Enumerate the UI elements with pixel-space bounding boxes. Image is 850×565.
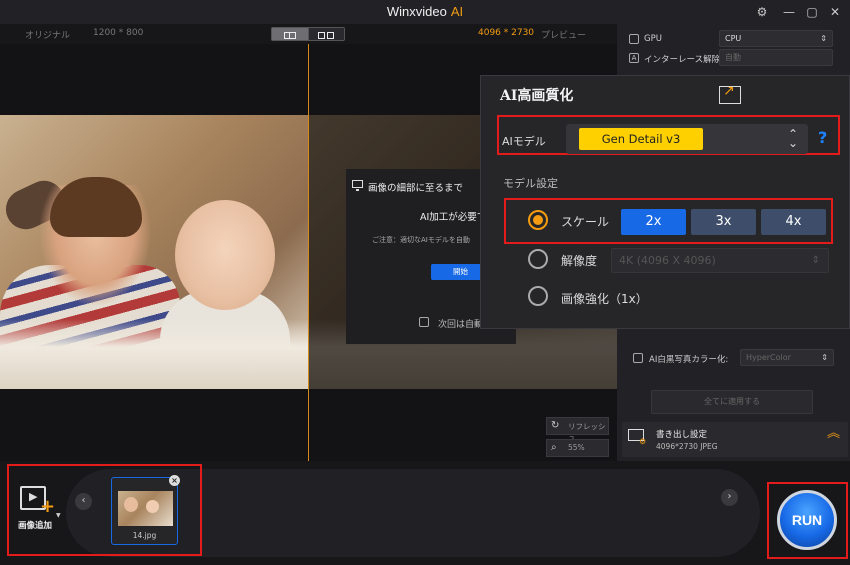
side-by-side-button[interactable] (307, 28, 344, 40)
app-title-ai: AI (450, 4, 464, 19)
monitor-icon (352, 180, 363, 191)
scale-label: スケール (561, 215, 610, 229)
model-settings-label: モデル設定 (503, 177, 558, 190)
export-info: 4096*2730 JPEG (656, 442, 718, 451)
compare-divider[interactable] (308, 44, 309, 461)
side-by-side-icon (318, 32, 335, 39)
deinterlace-select[interactable]: 自動 (719, 49, 833, 66)
deinterlace-label: インターレース解除 (644, 55, 721, 65)
dialog-note: ご注意：適切なAIモデルを自動 (372, 236, 470, 244)
gpu-select-value: CPU (725, 34, 742, 43)
bottom-bar: + ▼ 画像追加 ‹ 14.jpg × › RUN (0, 461, 850, 565)
split-view-icon (283, 32, 296, 39)
ai-model-value: Gen Detail v3 (579, 128, 703, 150)
gear-icon: ⚙ (639, 437, 647, 446)
updown-icon: ⇕ (821, 353, 828, 362)
enhance-label: 画像強化（1x） (561, 292, 648, 306)
updown-icon: ⌃ ⌄ (787, 127, 798, 150)
zoom-icon: ⌕ (551, 442, 557, 453)
minimize-icon[interactable]: — (780, 3, 798, 21)
colorize-select-value: HyperColor (746, 353, 791, 362)
thumbnail-image (118, 491, 173, 526)
updown-icon: ⇕ (811, 255, 820, 266)
scale-3x-button[interactable]: 3x (691, 209, 756, 235)
ai-model-label: AIモデル (502, 135, 546, 148)
scale-2x-button[interactable]: 2x (621, 209, 686, 235)
expand-icon[interactable] (719, 83, 741, 104)
export-label: 書き出し設定 (656, 430, 708, 440)
apply-all-label: 全てに適用する (704, 397, 760, 406)
refresh-button[interactable]: ↻ リフレッシュ (546, 417, 609, 442)
apply-all-button[interactable]: 全てに適用する (651, 390, 813, 414)
resolution-select[interactable]: 4K (4096 X 4096) ⇕ (611, 248, 829, 273)
chevron-right-icon[interactable]: › (721, 489, 738, 506)
photo-fur-rug (0, 319, 308, 389)
app-window: Winxvideo AI ⚙ — ▢ ✕ オリジナル 1200 * 800 409… (0, 0, 850, 565)
run-button[interactable]: RUN (777, 490, 837, 550)
scale-4x-button[interactable]: 4x (761, 209, 826, 235)
output-size: 4096 * 2730 (478, 28, 535, 38)
maximize-icon[interactable]: ▢ (803, 3, 821, 21)
refresh-icon: ↻ (551, 420, 560, 431)
gpu-select[interactable]: CPU ⇕ (719, 30, 833, 47)
gpu-label: GPU (644, 34, 662, 44)
original-photo (0, 115, 308, 389)
thumbnail-name: 14.jpg (132, 531, 157, 540)
enhance-radio[interactable] (528, 286, 548, 306)
dialog-dont-show-label: 次回は自動 (438, 320, 484, 330)
colorize-label: AI白黒写真カラー化: (649, 355, 729, 365)
colorize-checkbox[interactable] (633, 353, 643, 363)
dialog-title: 画像の細部に至るまで (368, 183, 464, 194)
dialog-dont-show-checkbox[interactable] (419, 317, 429, 327)
split-view-button[interactable] (272, 28, 308, 40)
scale-radio[interactable] (528, 210, 548, 230)
dialog-message: AI加工が必要で (420, 212, 487, 223)
deinterlace-select-value: 自動 (725, 53, 741, 62)
chevron-left-icon[interactable]: ‹ (75, 493, 92, 510)
zoom-value: 55% (568, 443, 585, 452)
preview-header: オリジナル 1200 * 800 4096 * 2730 プレビュー (0, 24, 617, 44)
title-bar: Winxvideo AI ⚙ — ▢ ✕ (0, 0, 850, 24)
updown-icon: ⇕ (820, 34, 827, 43)
app-title: Winxvideo AI (0, 4, 850, 19)
ai-panel-title: AI高画質化 (500, 88, 574, 104)
zoom-button[interactable]: ⌕ 55% (546, 439, 609, 457)
app-title-text: Winxvideo (386, 4, 447, 19)
view-mode-toggle[interactable] (271, 27, 345, 41)
remove-thumbnail-icon[interactable]: × (169, 475, 180, 486)
gpu-checkbox[interactable] (629, 34, 639, 44)
thumbnail-item[interactable]: 14.jpg (111, 477, 178, 545)
chevron-up-icon[interactable]: ︽ (827, 427, 840, 440)
resolution-label: 解像度 (561, 254, 598, 268)
ai-model-select[interactable]: Gen Detail v3 ⌃ ⌄ (566, 124, 808, 154)
deinterlace-icon: A (629, 53, 639, 63)
photo-kid2-face (175, 200, 275, 310)
gear-icon[interactable]: ⚙ (753, 3, 771, 21)
colorize-select[interactable]: HyperColor ⇕ (740, 349, 834, 366)
original-size: 1200 * 800 (93, 28, 144, 38)
ai-enhance-panel: AI高画質化 AIモデル Gen Detail v3 ⌃⌄ ? モデル設定 スケ… (480, 75, 850, 329)
preview-label: プレビュー (541, 31, 587, 41)
original-label: オリジナル (25, 31, 71, 41)
run-area: RUN (767, 482, 848, 559)
resolution-radio[interactable] (528, 249, 548, 269)
close-icon[interactable]: ✕ (826, 3, 844, 21)
resolution-value: 4K (4096 X 4096) (619, 254, 716, 267)
export-settings[interactable]: ⚙ 書き出し設定 4096*2730 JPEG ︽ (622, 422, 848, 457)
help-icon[interactable]: ? (818, 128, 827, 147)
